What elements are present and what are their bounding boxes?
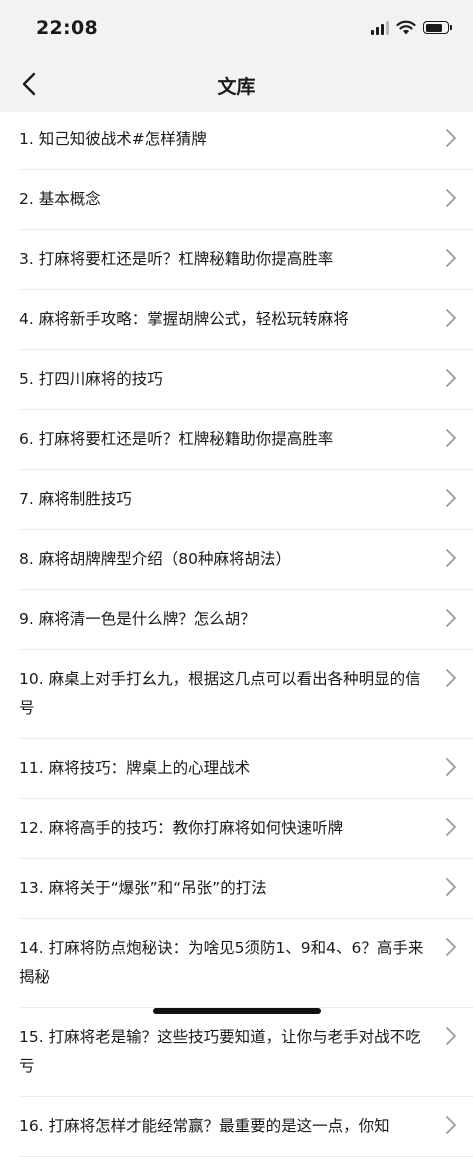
list-item[interactable]: 2. 基本概念 (19, 170, 473, 230)
list-item-title: 12. 麻将高手的技巧：教你打麻将如何快速听牌 (19, 819, 344, 837)
list-item[interactable]: 9. 麻将清一色是什么牌？怎么胡？ (19, 590, 473, 650)
chevron-right-icon (446, 878, 456, 896)
chevron-right-icon (446, 129, 456, 147)
chevron-right-icon (446, 938, 456, 956)
chevron-right-icon (446, 309, 456, 327)
list-item-title: 14. 打麻将防点炮秘诀：为啥见5须防1、9和4、6？高手来揭秘 (19, 939, 424, 986)
list-item-title: 6. 打麻将要杠还是听？杠牌秘籍助你提高胜率 (19, 430, 334, 448)
list-item-title: 16. 打麻将怎样才能经常赢？最重要的是这一点，你知 (19, 1117, 390, 1135)
list-item-title: 5. 打四川麻将的技巧 (19, 370, 163, 388)
list-item[interactable]: 11. 麻将技巧：牌桌上的心理战术 (19, 739, 473, 799)
list-item-title: 11. 麻将技巧：牌桌上的心理战术 (19, 759, 251, 777)
list-item-title: 9. 麻将清一色是什么牌？怎么胡？ (19, 610, 256, 628)
wifi-icon (396, 20, 416, 35)
list-item[interactable]: 14. 打麻将防点炮秘诀：为啥见5须防1、9和4、6？高手来揭秘 (19, 919, 473, 1008)
page-title: 文库 (217, 76, 256, 98)
list-item-title: 10. 麻桌上对手打幺九，根据这几点可以看出各种明显的信号 (19, 670, 421, 717)
chevron-right-icon (446, 669, 456, 687)
chevron-right-icon (446, 549, 456, 567)
list-item-title: 4. 麻将新手攻略：掌握胡牌公式，轻松玩转麻将 (19, 310, 349, 328)
list-item[interactable]: 16. 打麻将怎样才能经常赢？最重要的是这一点，你知 (19, 1097, 473, 1157)
list-item-title: 1. 知己知彼战术#怎样猜牌 (19, 130, 207, 148)
list-item[interactable]: 10. 麻桌上对手打幺九，根据这几点可以看出各种明显的信号 (19, 650, 473, 739)
status-icons (371, 20, 452, 35)
chevron-right-icon (446, 1116, 456, 1134)
list-item[interactable]: 5. 打四川麻将的技巧 (19, 350, 473, 410)
list-item-title: 15. 打麻将老是输？这些技巧要知道，让你与老手对战不吃亏 (19, 1028, 421, 1075)
status-bar: 22:08 (0, 0, 473, 56)
chevron-right-icon (446, 1027, 456, 1045)
list-item[interactable]: 12. 麻将高手的技巧：教你打麻将如何快速听牌 (19, 799, 473, 859)
list-item[interactable]: 3. 打麻将要杠还是听？杠牌秘籍助你提高胜率 (19, 230, 473, 290)
article-list: 1. 知己知彼战术#怎样猜牌 2. 基本概念 3. 打麻将要杠还是听？杠牌秘籍助你提… (0, 110, 473, 1157)
chevron-right-icon (446, 818, 456, 836)
list-item-title: 2. 基本概念 (19, 190, 101, 208)
list-item[interactable]: 7. 麻将制胜技巧 (19, 470, 473, 530)
chevron-right-icon (446, 369, 456, 387)
chevron-right-icon (446, 429, 456, 447)
chevron-right-icon (446, 758, 456, 776)
chevron-right-icon (446, 489, 456, 507)
list-item-title: 8. 麻将胡牌牌型介绍（80种麻将胡法） (19, 550, 291, 568)
list-item[interactable]: 8. 麻将胡牌牌型介绍（80种麻将胡法） (19, 530, 473, 590)
list-item[interactable]: 15. 打麻将老是输？这些技巧要知道，让你与老手对战不吃亏 (19, 1008, 473, 1097)
list-item[interactable]: 6. 打麻将要杠还是听？杠牌秘籍助你提高胜率 (19, 410, 473, 470)
chevron-right-icon (446, 249, 456, 267)
chevron-right-icon (446, 609, 456, 627)
battery-icon (423, 21, 452, 34)
list-item-title: 3. 打麻将要杠还是听？杠牌秘籍助你提高胜率 (19, 250, 334, 268)
status-time: 22:08 (36, 17, 98, 39)
list-item-title: 7. 麻将制胜技巧 (19, 490, 132, 508)
list-item[interactable]: 4. 麻将新手攻略：掌握胡牌公式，轻松玩转麻将 (19, 290, 473, 350)
list-item[interactable]: 1. 知己知彼战术#怎样猜牌 (19, 110, 473, 170)
cellular-signal-icon (371, 20, 389, 35)
chevron-right-icon (446, 189, 456, 207)
list-item-title: 13. 麻将关于“爆张”和“吊张”的打法 (19, 879, 267, 897)
list-item[interactable]: 13. 麻将关于“爆张”和“吊张”的打法 (19, 859, 473, 919)
nav-bar: 文库 (0, 56, 473, 112)
home-indicator[interactable] (153, 1008, 321, 1014)
